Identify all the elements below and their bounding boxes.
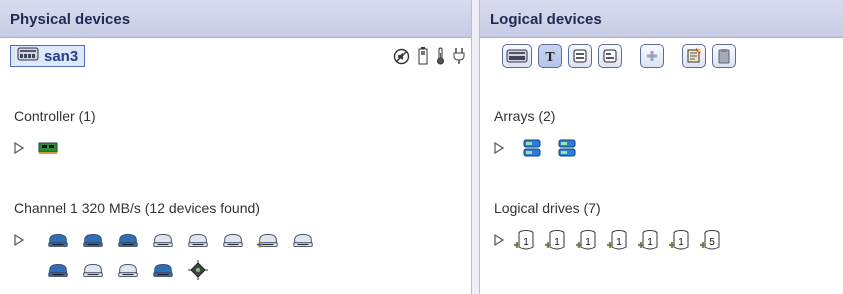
detail-view-icon [603,49,617,63]
text-view-icon: T [543,49,557,63]
disk-dark-icon[interactable] [116,228,140,252]
svg-text:1: 1 [678,237,684,248]
logical-drives-title: Logical drives (7) [494,200,601,216]
channel-section: Channel 1 320 MB/s (12 devices found) [14,199,326,284]
disk-light-icon[interactable] [151,228,175,252]
logical-drive-icon[interactable]: 1 [512,228,536,252]
controller-card-icon[interactable] [36,136,60,160]
task-wizard-icon [686,48,702,64]
svg-text:1: 1 [647,237,653,248]
disk-dark-icon[interactable] [151,258,175,282]
logical-devices-header: Logical devices [480,0,843,38]
channel-row-2 [14,256,326,284]
logical-drives-section: Logical drives (7) 1 1 1 1 1 1 5 [494,199,729,254]
array-icon[interactable] [555,136,579,160]
arrays-row [494,134,590,162]
server-icon [17,47,39,65]
controller-section: Controller (1) [14,107,96,162]
logical-drive-icon[interactable]: 1 [543,228,567,252]
panel-splitter[interactable] [471,0,480,294]
logical-toolbar-buttons: T [502,44,742,68]
logical-drives-row: 1 1 1 1 1 1 5 [494,226,729,254]
expand-arrow-icon[interactable] [494,231,512,249]
physical-devices-header: Physical devices [0,0,471,38]
power-plug-icon[interactable] [453,47,465,70]
disk-light-icon[interactable] [291,228,315,252]
logical-drive-icon[interactable]: 1 [636,228,660,252]
svg-text:1: 1 [616,237,622,248]
list-view-icon [573,49,587,63]
channel-row-1 [14,226,326,254]
device-manager: Physical devices san3 Controller (1) Cha… [0,0,843,294]
expand-arrow-icon[interactable] [14,139,32,157]
physical-view-icon [506,49,528,63]
text-view-button[interactable]: T [538,44,562,68]
disk-light-icon[interactable] [186,228,210,252]
device-name: san3 [44,47,79,65]
enclosure-chip-icon[interactable] [186,258,210,282]
logical-devices-panel: Logical devices T Arrays (2) Logical dri… [480,0,843,294]
svg-text:1: 1 [523,237,529,248]
disk-light-spare-icon[interactable] [256,228,280,252]
array-icon[interactable] [520,136,544,160]
logical-drive-icon[interactable]: 1 [667,228,691,252]
svg-text:1: 1 [554,237,560,248]
thermometer-icon[interactable] [436,47,445,70]
detail-view-button[interactable] [598,44,622,68]
channel-row-1-devices [46,228,326,252]
list-view-button[interactable] [568,44,592,68]
arrays-list [520,136,590,160]
expand-arrow-icon[interactable] [494,139,512,157]
arrays-title: Arrays (2) [494,108,556,124]
disk-dark-icon[interactable] [46,228,70,252]
no-speaker-icon[interactable] [393,48,410,70]
add-logical-drive-button[interactable] [640,44,664,68]
disk-dark-icon[interactable] [81,228,105,252]
status-icons [393,47,465,70]
svg-text:1: 1 [585,237,591,248]
channel-title: Channel 1 320 MB/s (12 devices found) [14,200,260,216]
logical-drive-icon[interactable]: 1 [574,228,598,252]
controller-title: Controller (1) [14,108,96,124]
clipboard-icon [717,48,731,64]
clipboard-button[interactable] [712,44,736,68]
disk-dark-icon[interactable] [46,258,70,282]
add-logical-drive-icon [645,49,659,63]
physical-toolbar: san3 [0,38,471,74]
controller-row [14,134,96,162]
disk-light-icon[interactable] [221,228,245,252]
physical-view-button[interactable] [502,44,532,68]
task-wizard-button[interactable] [682,44,706,68]
physical-devices-panel: Physical devices san3 Controller (1) Cha… [0,0,471,294]
battery-icon[interactable] [418,47,428,70]
device-selector[interactable]: san3 [10,45,86,67]
svg-text:5: 5 [709,237,715,248]
logical-toolbar: T [480,38,843,74]
arrays-section: Arrays (2) [494,107,590,162]
logical-drive-icon[interactable]: 5 [698,228,722,252]
disk-light-icon[interactable] [116,258,140,282]
expand-arrow-icon[interactable] [14,231,32,249]
logical-drive-icon[interactable]: 1 [605,228,629,252]
disk-light-icon[interactable] [81,258,105,282]
svg-text:T: T [545,50,555,63]
